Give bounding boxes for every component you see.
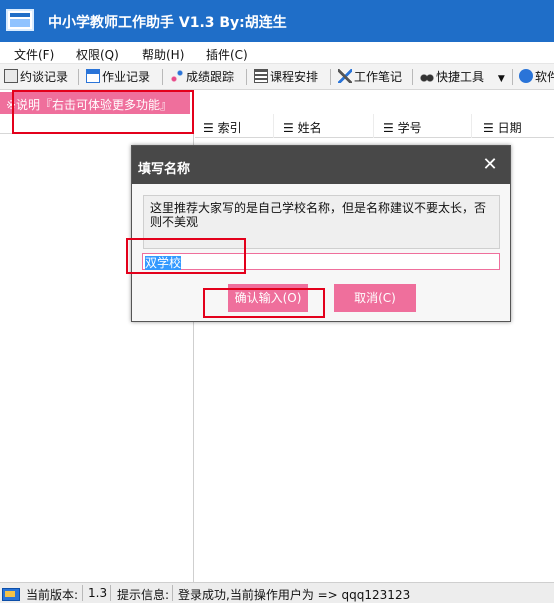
- column-header-student-id[interactable]: ☰ 学号: [383, 119, 422, 136]
- toolbar-software-label: 软件: [535, 70, 554, 84]
- version-value: 1.3: [88, 586, 108, 600]
- grid-header: ☰ 索引 ☰ 姓名 ☰ 学号 ☰ 日期: [195, 114, 554, 138]
- column-divider: [273, 114, 274, 138]
- info-label: 提示信息:: [117, 588, 170, 602]
- status-divider: [172, 585, 173, 601]
- column-label: 姓名: [297, 121, 322, 135]
- table-icon: [86, 69, 100, 83]
- toolbar: 约谈记录 作业记录 成绩跟踪 课程安排 工作笔记 快捷工具 ▼ 软件: [0, 64, 554, 90]
- list-icon: ☰: [383, 121, 398, 135]
- menu-permission[interactable]: 权限(Q): [76, 46, 119, 63]
- selected-input-text: 双学校: [145, 256, 182, 270]
- dropdown-arrow-icon[interactable]: ▼: [498, 74, 505, 84]
- hint-banner[interactable]: ※说明『右击可体验更多功能』: [0, 92, 190, 114]
- version-label: 当前版本:: [26, 588, 79, 602]
- close-icon[interactable]: ✕: [478, 153, 502, 177]
- toolbar-software[interactable]: 软件: [519, 68, 554, 86]
- help-circle-icon: [519, 69, 533, 83]
- binoculars-icon: [420, 69, 434, 83]
- toolbar-quick-label: 快捷工具: [436, 70, 485, 84]
- list-icon: [254, 69, 268, 83]
- column-label: 索引: [217, 121, 242, 135]
- toolbar-interview-label: 约谈记录: [20, 70, 69, 84]
- column-header-index[interactable]: ☰ 索引: [203, 119, 242, 136]
- toolbar-quick-tools[interactable]: 快捷工具 ▼: [420, 68, 505, 86]
- cancel-button[interactable]: 取消(C): [334, 284, 416, 312]
- column-label: 学号: [397, 121, 422, 135]
- column-header-name[interactable]: ☰ 姓名: [283, 119, 322, 136]
- school-name-input[interactable]: 双学校: [142, 253, 500, 270]
- window-title: 中小学教师工作助手 V1.3 By:胡连生: [48, 15, 287, 31]
- toolbar-score-label: 成绩跟踪: [186, 70, 235, 84]
- dialog-title-bar: 填写名称 ✕: [132, 146, 510, 184]
- toolbar-divider: [512, 69, 513, 85]
- toolbar-course-schedule[interactable]: 课程安排: [254, 68, 318, 86]
- status-divider: [110, 585, 111, 601]
- toolbar-homework-record[interactable]: 作业记录: [86, 68, 150, 86]
- menu-bar: 文件(F) 权限(Q) 帮助(H) 插件(C): [0, 42, 554, 64]
- toolbar-divider: [162, 69, 163, 85]
- column-divider: [471, 114, 472, 138]
- list-icon: ☰: [483, 121, 498, 135]
- app-window-icon: [6, 9, 34, 31]
- toolbar-notes-label: 工作笔记: [354, 70, 403, 84]
- menu-file[interactable]: 文件(F): [14, 46, 54, 63]
- list-icon: ☰: [203, 121, 218, 135]
- toolbar-divider: [412, 69, 413, 85]
- list-icon: ☰: [283, 121, 298, 135]
- info-message: 登录成功,当前操作用户为 => qqq123123: [178, 588, 411, 602]
- status-bar: 当前版本: 1.3 提示信息: 登录成功,当前操作用户为 => qqq12312…: [0, 582, 554, 603]
- chart-dots-icon: [170, 69, 184, 83]
- name-input-dialog: 填写名称 ✕ 这里推荐大家写的是自己学校名称，但是名称建议不要太长，否则不美观 …: [131, 145, 511, 322]
- toolbar-course-label: 课程安排: [270, 70, 319, 84]
- toolbar-divider: [246, 69, 247, 85]
- notebook-icon: [4, 69, 18, 83]
- confirm-button[interactable]: 确认输入(O): [228, 284, 308, 312]
- toolbar-divider: [330, 69, 331, 85]
- title-bar: 中小学教师工作助手 V1.3 By:胡连生: [0, 0, 554, 42]
- status-divider: [82, 585, 83, 601]
- dialog-message: 这里推荐大家写的是自己学校名称，但是名称建议不要太长，否则不美观: [143, 195, 500, 249]
- toolbar-work-notes[interactable]: 工作笔记: [338, 68, 402, 86]
- column-divider: [373, 114, 374, 138]
- menu-plugins[interactable]: 插件(C): [206, 46, 248, 63]
- column-header-date[interactable]: ☰ 日期: [483, 119, 522, 136]
- menu-help[interactable]: 帮助(H): [142, 46, 184, 63]
- toolbar-interview-record[interactable]: 约谈记录: [4, 68, 68, 86]
- toolbar-homework-label: 作业记录: [102, 70, 151, 84]
- dialog-title: 填写名称: [138, 162, 191, 177]
- tools-icon: [338, 69, 352, 83]
- toolbar-score-tracking[interactable]: 成绩跟踪: [170, 68, 234, 86]
- app-status-icon: [2, 588, 20, 601]
- left-search-field[interactable]: [0, 116, 190, 134]
- column-label: 日期: [497, 121, 522, 135]
- toolbar-divider: [78, 69, 79, 85]
